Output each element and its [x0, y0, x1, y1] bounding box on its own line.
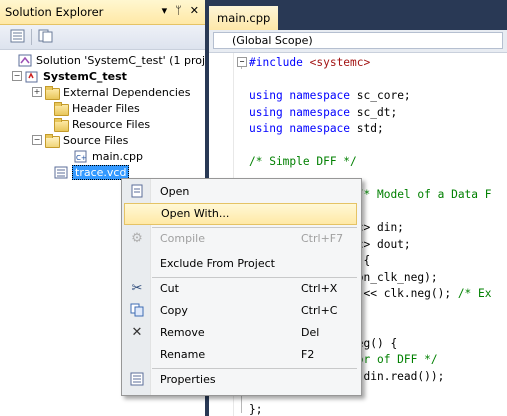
menu-item-shortcut: Ctrl+F7	[301, 232, 344, 245]
folder-icon	[45, 85, 60, 100]
code-token: /* Ex	[457, 287, 492, 300]
copy-icon	[129, 303, 145, 319]
menu-item-shortcut: Ctrl+X	[301, 282, 338, 295]
compile-icon: ⚙	[131, 231, 143, 246]
menu-item-compile[interactable]: ⚙ Compile Ctrl+F7	[124, 228, 357, 250]
collapse-icon[interactable]: −	[32, 135, 42, 145]
code-line: using namespace sc_dt;	[249, 105, 397, 121]
scope-dropdown[interactable]: (Global Scope)	[213, 32, 503, 49]
code-token: /* Model of a Data F	[356, 188, 492, 201]
code-token: };	[249, 402, 263, 416]
code-token: using namespace	[249, 122, 357, 135]
folder-icon	[54, 101, 69, 116]
tree-item-resource-files[interactable]: Resource Files	[54, 116, 150, 132]
folder-open-icon	[45, 133, 60, 148]
document-tab-bar: main.cpp	[209, 0, 507, 30]
menu-item-label: Open With...	[161, 207, 230, 220]
tree-item-label: Header Files	[72, 101, 140, 115]
menu-item-exclude-from-project[interactable]: Exclude From Project	[124, 253, 357, 275]
code-token: <systemc>	[309, 56, 371, 69]
menu-item-label: Compile	[160, 232, 205, 245]
code-token: /* Simple DFF */	[249, 155, 357, 168]
expand-icon[interactable]: +	[32, 87, 42, 97]
code-token: using namespace	[249, 105, 357, 119]
tree-item-label: main.cpp	[92, 149, 143, 163]
code-line: using namespace sc_core;	[249, 88, 411, 104]
solution-explorer-toolbar	[0, 25, 205, 50]
menu-item-shortcut: Del	[301, 326, 320, 339]
tree-item-external-dependencies[interactable]: + External Dependencies	[32, 84, 190, 100]
properties-toolbar-icon[interactable]	[10, 29, 25, 43]
menu-item-label: Exclude From Project	[160, 257, 275, 270]
solution-explorer-title: Solution Explorer	[5, 5, 104, 19]
open-icon	[129, 184, 145, 200]
vcd-file-icon	[54, 166, 68, 179]
context-menu: Open Open With... ⚙ Compile Ctrl+F7 Excl…	[121, 178, 362, 396]
menu-item-label: Open	[160, 185, 190, 198]
menu-item-remove[interactable]: ✕ Remove Del	[124, 322, 357, 344]
menu-item-shortcut: Ctrl+C	[301, 304, 338, 317]
project-icon	[25, 70, 39, 83]
tab-main-cpp[interactable]: main.cpp	[209, 6, 279, 30]
code-token: #include	[249, 56, 310, 69]
code-line: #include <systemc>	[249, 55, 370, 71]
menu-item-properties[interactable]: Properties	[124, 369, 357, 391]
svg-text:C+: C+	[76, 154, 87, 162]
show-all-files-icon[interactable]	[38, 29, 53, 43]
code-line: /* Simple DFF */	[249, 154, 357, 170]
code-line: using namespace std;	[249, 121, 384, 137]
tree-item-label: External Dependencies	[63, 85, 191, 99]
menu-item-open[interactable]: Open	[124, 181, 357, 203]
tree-item-trace-vcd[interactable]: trace.vcd	[54, 164, 130, 180]
tree-item-source-files[interactable]: − Source Files	[32, 132, 128, 148]
window-position-dropdown-icon[interactable]: ▾	[162, 4, 168, 17]
close-icon[interactable]: ✕	[190, 4, 199, 17]
solution-explorer-titlebar: Solution Explorer ▾ ᛘ ✕	[0, 0, 205, 25]
menu-item-label: Remove	[160, 326, 205, 339]
tree-item-main-cpp[interactable]: C+ main.cpp	[74, 148, 143, 164]
folder-icon	[54, 117, 69, 132]
code-token: sc_dt;	[356, 105, 398, 119]
collapse-icon[interactable]: −	[12, 71, 22, 81]
tree-item-label: SystemC_test	[43, 69, 127, 83]
menu-item-cut[interactable]: ✂ Cut Ctrl+X	[124, 278, 357, 300]
scissors-icon: ✂	[131, 281, 143, 296]
properties-icon	[129, 372, 145, 388]
fold-collapse-icon[interactable]: −	[237, 57, 247, 67]
code-token: sc_core;	[356, 89, 411, 102]
menu-item-shortcut: F2	[301, 348, 315, 361]
code-line: };	[249, 402, 262, 416]
menu-item-label: Properties	[160, 373, 216, 386]
tree-item-header-files[interactable]: Header Files	[54, 100, 140, 116]
navigation-bar: (Global Scope)	[209, 30, 507, 53]
cpp-file-icon: C+	[74, 150, 88, 163]
fold-guide-line	[241, 67, 242, 69]
tree-item-label: Source Files	[63, 133, 129, 147]
menu-item-label: Copy	[160, 304, 188, 317]
menu-item-label: Rename	[160, 348, 206, 361]
code-token: using namespace	[249, 89, 357, 102]
auto-hide-pin-icon[interactable]: ᛘ	[175, 4, 182, 17]
tree-item-project[interactable]: − SystemC_test	[12, 68, 127, 84]
code-token: std;	[356, 122, 384, 135]
tree-item-solution[interactable]: Solution 'SystemC_test' (1 project)	[18, 52, 205, 68]
menu-item-copy[interactable]: Copy Ctrl+C	[124, 300, 357, 322]
tree-item-label: Solution 'SystemC_test' (1 project)	[36, 53, 205, 67]
menu-item-rename[interactable]: Rename F2	[124, 344, 357, 366]
remove-x-icon: ✕	[131, 325, 143, 340]
solution-icon	[18, 54, 32, 67]
tree-item-label: Resource Files	[72, 117, 151, 131]
menu-item-open-with[interactable]: Open With...	[124, 203, 357, 225]
menu-item-label: Cut	[160, 282, 179, 295]
